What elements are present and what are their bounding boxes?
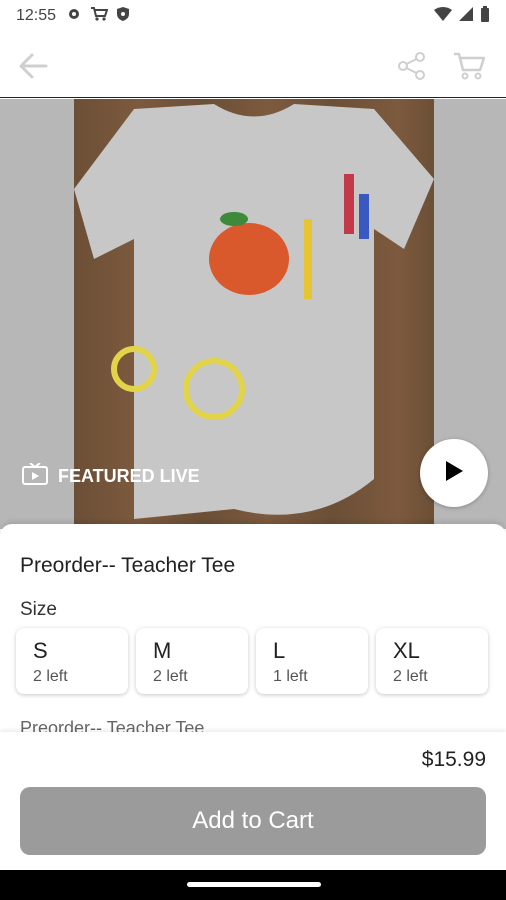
- size-name: XL: [393, 638, 420, 663]
- add-to-cart-button[interactable]: Add to Cart: [20, 787, 486, 855]
- product-title: Preorder-- Teacher Tee: [20, 554, 236, 577]
- tv-icon: [22, 462, 48, 490]
- size-options: S 2 left M 2 left L 1 left XL 2 left: [16, 628, 488, 694]
- featured-live-badge: FEATURED LIVE: [22, 462, 200, 490]
- status-time: 12:55: [16, 7, 57, 24]
- system-nav-bar: [0, 870, 506, 900]
- play-icon: [443, 459, 465, 488]
- size-stock: 2 left: [393, 668, 428, 685]
- size-stock: 1 left: [273, 668, 308, 685]
- size-stock: 2 left: [153, 668, 188, 685]
- size-option-s[interactable]: S 2 left: [16, 628, 128, 694]
- app-bar: [0, 32, 506, 98]
- size-option-l[interactable]: L 1 left: [256, 628, 368, 694]
- product-price: $15.99: [421, 748, 486, 771]
- home-indicator[interactable]: [187, 882, 321, 887]
- status-icons-left: [66, 6, 130, 27]
- signal-icon: [458, 6, 474, 27]
- size-name: M: [153, 638, 172, 663]
- shield-icon: [116, 6, 130, 27]
- back-button[interactable]: [16, 50, 52, 82]
- status-bar: 12:55: [0, 0, 506, 32]
- arrow-left-icon: [16, 53, 50, 86]
- wifi-icon: [434, 6, 452, 27]
- play-button[interactable]: [420, 439, 488, 507]
- size-name: L: [273, 638, 286, 663]
- cart-icon: [452, 52, 488, 86]
- share-icon: [396, 52, 428, 86]
- share-button[interactable]: [396, 50, 428, 82]
- featured-live-label: FEATURED LIVE: [58, 466, 200, 486]
- size-option-m[interactable]: M 2 left: [136, 628, 248, 694]
- cart-button[interactable]: [452, 50, 488, 82]
- size-label: Size: [20, 599, 57, 620]
- status-icons-right: [434, 5, 490, 27]
- size-stock: 2 left: [33, 668, 68, 685]
- size-option-xl[interactable]: XL 2 left: [376, 628, 488, 694]
- gear-icon: [66, 6, 82, 27]
- size-name: S: [33, 638, 48, 663]
- cart-icon: [90, 6, 109, 27]
- purchase-footer: $15.99 Add to Cart: [0, 732, 506, 870]
- product-media[interactable]: FEATURED LIVE: [0, 99, 506, 529]
- battery-icon: [480, 5, 490, 27]
